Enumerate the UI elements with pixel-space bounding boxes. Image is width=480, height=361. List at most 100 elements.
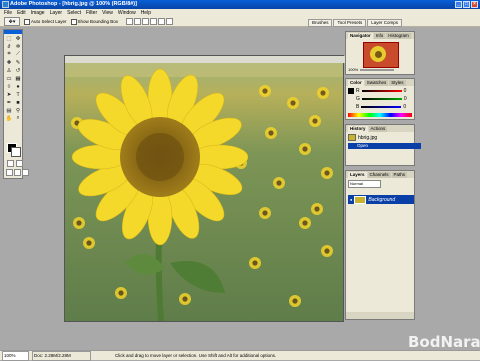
color-panel: Color Swatches Styles R 0 G 0 B 0 (345, 78, 415, 120)
toolbox: ⬚ ✥ ∂ ✲ ⌗ ⟋ ✚ ✎ ♙ ↺ ▭ ▦ ◊ ● ➤ T ✒ ■ ▤ ⚲ … (3, 29, 29, 179)
quick-mask-button[interactable] (16, 160, 23, 167)
tab-info[interactable]: Info (373, 33, 386, 39)
menu-edit[interactable]: Edit (17, 10, 26, 16)
eraser-tool-icon[interactable]: ▭ (5, 75, 13, 82)
tab-actions[interactable]: Actions (368, 126, 388, 132)
history-panel: History Actions hbrig.jpg Open (345, 124, 421, 166)
well-tab-tool-presets[interactable]: Tool Presets (333, 19, 367, 27)
navigator-thumbnail[interactable] (363, 42, 399, 68)
green-value[interactable]: 0 (404, 96, 407, 102)
window-title: Adobe Photoshop - [hbrig.jpg @ 100% (RGB… (10, 1, 137, 7)
gradient-tool-icon[interactable]: ▦ (14, 75, 22, 82)
history-brush-tool-icon[interactable]: ↺ (14, 67, 22, 74)
standard-mode-button[interactable] (7, 160, 14, 167)
history-item-open[interactable]: Open (348, 143, 421, 149)
checkbox-box (24, 18, 30, 25)
shape-tool-icon[interactable]: ■ (14, 99, 22, 106)
menu-window[interactable]: Window (118, 10, 136, 16)
options-bar: ✥▾ Auto Select Layer Show Bounding Box (0, 17, 480, 27)
tool-preset-picker[interactable]: ✥▾ (4, 17, 20, 26)
hand-tool-icon[interactable]: ✋ (5, 115, 13, 122)
healing-brush-tool-icon[interactable]: ✚ (5, 59, 13, 66)
brush-tool-icon[interactable]: ✎ (14, 59, 22, 66)
layers-footer (346, 312, 414, 319)
status-doc-size[interactable]: Doc: 2.28M/2.28M (32, 350, 91, 361)
marquee-tool-icon[interactable]: ⬚ (5, 35, 13, 42)
background-color-swatch[interactable] (11, 147, 21, 157)
align-middle-button[interactable] (134, 18, 142, 25)
color-foreground-swatch[interactable] (348, 88, 354, 94)
history-item-label: Open (357, 143, 369, 148)
blue-value[interactable]: 0 (403, 104, 406, 110)
clone-stamp-tool-icon[interactable]: ♙ (5, 67, 13, 74)
zoom-tool-icon[interactable]: ⌕ (14, 115, 22, 122)
crop-tool-icon[interactable]: ⌗ (5, 51, 13, 58)
tab-styles[interactable]: Styles (389, 80, 406, 86)
close-button[interactable]: × (471, 1, 478, 8)
notes-tool-icon[interactable]: ▤ (5, 107, 13, 114)
history-snapshot[interactable]: hbrig.jpg (348, 134, 377, 141)
menu-bar: File Edit Image Layer Select Filter View… (0, 9, 480, 17)
slider-label-r: R (356, 88, 360, 94)
align-bottom-button[interactable] (142, 18, 150, 25)
align-right-button[interactable] (166, 18, 174, 25)
tab-history[interactable]: History (348, 126, 368, 132)
navigator-zoom[interactable]: 100% (348, 67, 358, 72)
title-bar: Adobe Photoshop - [hbrig.jpg @ 100% (RGB… (0, 0, 480, 9)
path-selection-tool-icon[interactable]: ➤ (5, 91, 13, 98)
eyedropper-tool-icon[interactable]: ⚲ (14, 107, 22, 114)
color-ramp[interactable] (348, 113, 412, 117)
tab-layers[interactable]: Layers (348, 172, 367, 178)
lasso-tool-icon[interactable]: ∂ (5, 43, 13, 50)
menu-help[interactable]: Help (141, 10, 151, 16)
tab-swatches[interactable]: Swatches (364, 80, 389, 86)
navigator-zoom-slider[interactable] (360, 68, 395, 71)
status-zoom[interactable]: 100% (2, 350, 29, 361)
menu-layer[interactable]: Layer (50, 10, 63, 16)
dodge-tool-icon[interactable]: ● (14, 83, 22, 90)
snapshot-thumbnail (348, 134, 356, 141)
magic-wand-tool-icon[interactable]: ✲ (14, 43, 22, 50)
menu-image[interactable]: Image (31, 10, 45, 16)
red-value[interactable]: 0 (404, 88, 407, 94)
slider-label-b: B (356, 104, 360, 110)
screen-mode-standard-button[interactable] (6, 169, 13, 176)
tab-color[interactable]: Color (348, 80, 364, 86)
tab-paths[interactable]: Paths (391, 172, 408, 178)
menu-view[interactable]: View (102, 10, 113, 16)
type-tool-icon[interactable]: T (14, 91, 22, 98)
auto-select-layer-checkbox[interactable]: Auto Select Layer (24, 18, 67, 25)
align-center-button[interactable] (158, 18, 166, 25)
align-top-button[interactable] (126, 18, 134, 25)
screen-mode-full-button[interactable] (14, 169, 21, 176)
tab-histogram[interactable]: Histogram (386, 33, 411, 39)
layer-thumbnail (354, 195, 367, 204)
pen-tool-icon[interactable]: ✒ (5, 99, 13, 106)
maximize-button[interactable]: □ (463, 1, 470, 8)
menu-file[interactable]: File (4, 10, 12, 16)
well-tab-brushes[interactable]: Brushes (307, 19, 333, 27)
layer-row-background[interactable]: ● Background (348, 195, 414, 204)
green-slider[interactable] (361, 98, 402, 100)
tab-navigator[interactable]: Navigator (348, 33, 373, 39)
eye-icon[interactable]: ● (350, 197, 352, 202)
screen-mode-black-button[interactable] (22, 169, 29, 176)
slider-label-g: G (356, 96, 360, 102)
menu-select[interactable]: Select (67, 10, 81, 16)
tab-channels[interactable]: Channels (367, 172, 391, 178)
slice-tool-icon[interactable]: ⟋ (14, 51, 22, 58)
image-canvas[interactable] (65, 63, 343, 321)
blur-tool-icon[interactable]: ◊ (5, 83, 13, 90)
document-title-bar[interactable] (65, 56, 346, 63)
menu-filter[interactable]: Filter (86, 10, 97, 16)
palette-well: Brushes Tool Presets Layer Comps (307, 19, 402, 27)
minimize-button[interactable]: _ (455, 1, 462, 8)
move-tool-icon[interactable]: ✥ (14, 35, 22, 42)
blend-mode-select[interactable]: Normal (348, 180, 381, 188)
show-bounding-box-checkbox[interactable]: Show Bounding Box (70, 18, 118, 25)
red-slider[interactable] (361, 90, 402, 92)
align-left-button[interactable] (150, 18, 158, 25)
well-tab-layer-comps[interactable]: Layer Comps (367, 19, 402, 27)
blue-slider[interactable] (361, 106, 402, 108)
status-bar: 100% Doc: 2.28M/2.28M Click and drag to … (0, 350, 480, 361)
